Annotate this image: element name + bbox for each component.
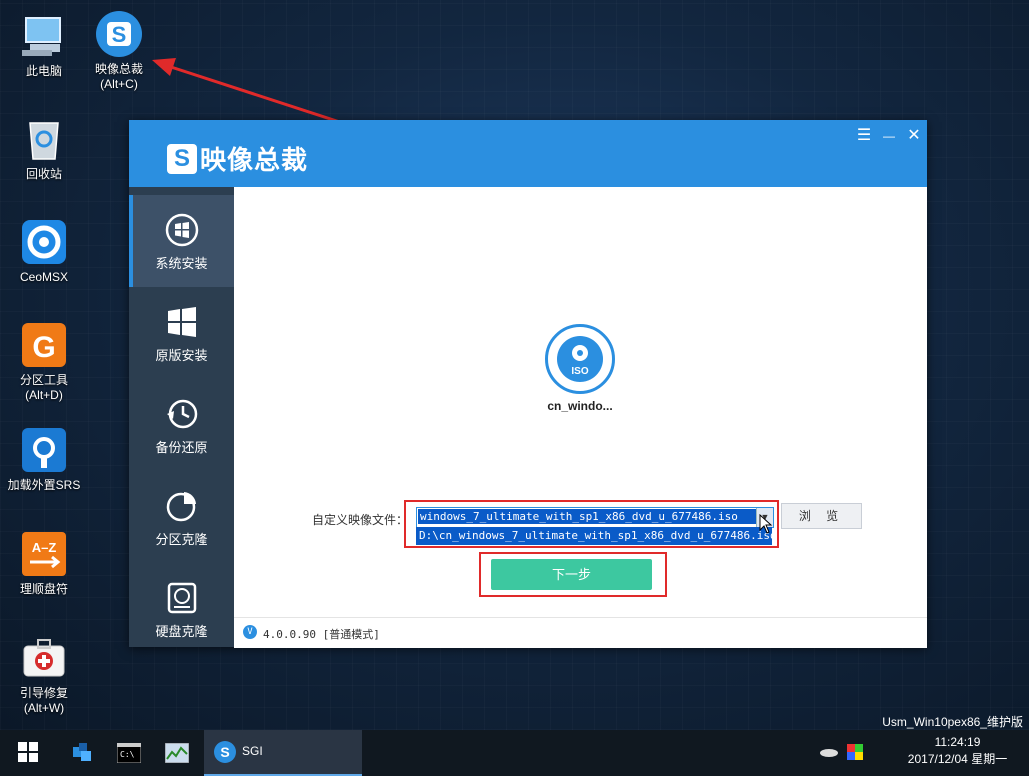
taskbar-pin-cmd[interactable]: C:\: [112, 730, 146, 776]
sidebar: 系统安装 原版安装 备份还原 分区克隆 硬盘克隆: [129, 187, 234, 647]
network-puzzle-icon: [73, 743, 91, 761]
iso-badge: ISO: [571, 366, 589, 377]
tray-network-icon[interactable]: [818, 730, 840, 776]
desktop: 此电脑 S 映像总裁 (Alt+C) 回收站 CeoMSX G 分区工具 (Al…: [0, 0, 1029, 730]
main-content: ISO cn_windo... 自定义映像文件： windows_7_ultim…: [234, 187, 927, 617]
menu-button[interactable]: ☰: [854, 126, 874, 146]
command-prompt-icon: C:\: [117, 743, 141, 763]
sidebar-item-label: 备份还原: [155, 440, 208, 455]
taskbar: C:\ S SGI 11:24:19 2017/12/04 星期一: [0, 730, 1029, 776]
windows-start-icon: [18, 742, 38, 762]
close-button[interactable]: ✕: [904, 126, 924, 146]
app-logo: S 映像总裁: [167, 140, 308, 177]
hard-disk-icon: [165, 581, 199, 615]
browse-button[interactable]: 浏 览: [781, 503, 862, 529]
taskbar-pin-network[interactable]: [66, 730, 100, 776]
taskbar-app-label: SGI: [242, 744, 263, 758]
task-manager-icon: [165, 743, 189, 763]
window-titlebar[interactable]: S 映像总裁 ☰ — ✕: [129, 120, 927, 187]
minimize-button[interactable]: —: [879, 126, 899, 146]
tray-color-icon[interactable]: [844, 730, 866, 776]
taskbar-app-sgi[interactable]: S SGI: [204, 730, 362, 776]
iso-disc-icon[interactable]: ISO: [545, 324, 615, 394]
clock[interactable]: 11:24:19 2017/12/04 星期一: [895, 730, 1020, 776]
image-ceo-window: S 映像总裁 ☰ — ✕ 系统安装 原版安装 备份还原 分区克隆 硬盘克隆 IS…: [129, 120, 927, 648]
app-logo-letter: S: [167, 143, 197, 174]
next-button-highlight-box: [479, 552, 667, 597]
sidebar-item-label: 系统安装: [155, 256, 208, 271]
sgi-app-icon: S: [214, 741, 236, 763]
taskbar-pin-task-manager[interactable]: [160, 730, 194, 776]
sidebar-item-label: 分区克隆: [155, 532, 208, 547]
sidebar-item-backup-restore[interactable]: 备份还原: [129, 379, 234, 471]
sidebar-item-system-install[interactable]: 系统安装: [129, 195, 234, 287]
sidebar-item-disk-clone[interactable]: 硬盘克隆: [129, 563, 234, 655]
svg-text:C:\: C:\: [120, 750, 135, 759]
mouse-cursor-icon: [759, 514, 773, 534]
iso-file-name: cn_windo...: [547, 399, 613, 413]
sidebar-item-partition-clone[interactable]: 分区克隆: [129, 471, 234, 563]
pie-partition-icon: [165, 489, 199, 523]
version-text: 4.0.0.90 [普通模式]: [263, 628, 380, 641]
windows-logo-icon: [165, 213, 199, 247]
svg-text:S: S: [220, 744, 229, 760]
app-title: 映像总裁: [200, 145, 309, 175]
sidebar-item-original-install[interactable]: 原版安装: [129, 287, 234, 379]
clock-time: 11:24:19: [934, 735, 981, 749]
start-button[interactable]: [10, 730, 46, 776]
sidebar-item-label: 硬盘克隆: [155, 624, 208, 639]
sidebar-item-label: 原版安装: [155, 348, 208, 363]
image-file-label: 自定义映像文件：: [312, 513, 409, 527]
pe-version-label: Usm_Win10pex86_维护版: [882, 715, 1023, 729]
status-bar: V 4.0.0.90 [普通模式]: [234, 617, 927, 648]
combobox-highlight-box: [404, 500, 779, 548]
clock-date: 2017/12/04 星期一: [907, 752, 1008, 766]
clock-backup-icon: [165, 397, 199, 431]
windows-tiles-icon: [165, 305, 199, 339]
version-badge: V: [243, 625, 257, 639]
